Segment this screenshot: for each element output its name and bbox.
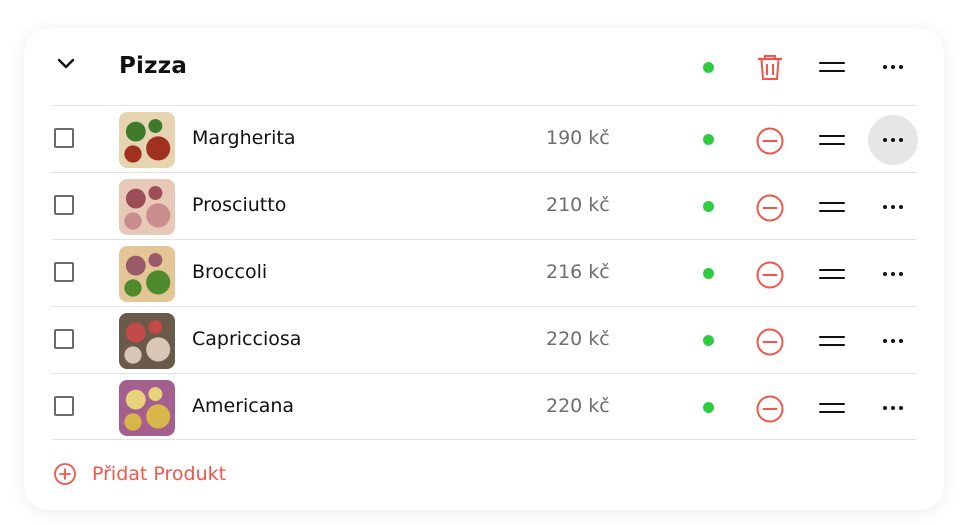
chevron-down-icon[interactable]	[55, 57, 77, 71]
product-price: 216 kč	[546, 261, 610, 283]
select-checkbox[interactable]	[54, 128, 74, 148]
product-row[interactable]: Broccoli 216 kč	[24, 240, 944, 307]
drag-handle-icon[interactable]	[819, 403, 845, 414]
drag-handle-icon[interactable]	[819, 135, 845, 146]
product-thumbnail	[119, 112, 175, 168]
more-options-button[interactable]	[868, 249, 918, 299]
trash-icon[interactable]	[757, 54, 783, 81]
select-checkbox[interactable]	[54, 396, 74, 416]
product-name: Americana	[192, 395, 295, 417]
product-thumbnail	[119, 179, 175, 235]
more-options-button[interactable]	[868, 42, 918, 92]
add-product-button[interactable]: Přidat Produkt	[54, 462, 226, 486]
category-title: Pizza	[119, 53, 188, 79]
select-checkbox[interactable]	[54, 329, 74, 349]
select-checkbox[interactable]	[54, 262, 74, 282]
status-dot	[703, 62, 714, 73]
product-name: Prosciutto	[192, 194, 287, 216]
select-checkbox[interactable]	[54, 195, 74, 215]
drag-handle-icon[interactable]	[819, 202, 845, 213]
drag-handle-icon[interactable]	[819, 62, 845, 73]
status-dot	[703, 268, 714, 279]
product-price: 210 kč	[546, 194, 610, 216]
more-options-button[interactable]	[868, 316, 918, 366]
product-row[interactable]: Americana 220 kč	[24, 374, 944, 441]
divider	[52, 439, 917, 440]
product-row[interactable]: Prosciutto 210 kč	[24, 173, 944, 240]
product-name: Broccoli	[192, 261, 268, 283]
product-price: 220 kč	[546, 328, 610, 350]
product-thumbnail	[119, 313, 175, 369]
product-name: Margherita	[192, 127, 296, 149]
minus-circle-icon[interactable]	[756, 127, 784, 155]
add-product-label: Přidat Produkt	[92, 463, 227, 485]
product-price: 220 kč	[546, 395, 610, 417]
product-price: 190 kč	[546, 127, 610, 149]
product-thumbnail	[119, 380, 175, 436]
status-dot	[703, 335, 714, 346]
more-options-button[interactable]	[868, 182, 918, 232]
product-thumbnail	[119, 246, 175, 302]
product-row[interactable]: Margherita 190 kč	[24, 106, 944, 173]
minus-circle-icon[interactable]	[756, 328, 784, 356]
category-card: Pizza Margherita 190 kč Prosciutto 210 k…	[24, 28, 944, 510]
plus-circle-icon	[54, 463, 76, 485]
minus-circle-icon[interactable]	[756, 395, 784, 423]
status-dot	[703, 134, 714, 145]
more-options-button[interactable]	[868, 115, 918, 165]
minus-circle-icon[interactable]	[756, 194, 784, 222]
status-dot	[703, 201, 714, 212]
drag-handle-icon[interactable]	[819, 269, 845, 280]
more-options-button[interactable]	[868, 383, 918, 433]
product-row[interactable]: Capricciosa 220 kč	[24, 307, 944, 374]
drag-handle-icon[interactable]	[819, 336, 845, 347]
status-dot	[703, 402, 714, 413]
product-name: Capricciosa	[192, 328, 302, 350]
minus-circle-icon[interactable]	[756, 261, 784, 289]
category-header: Pizza	[24, 28, 944, 105]
